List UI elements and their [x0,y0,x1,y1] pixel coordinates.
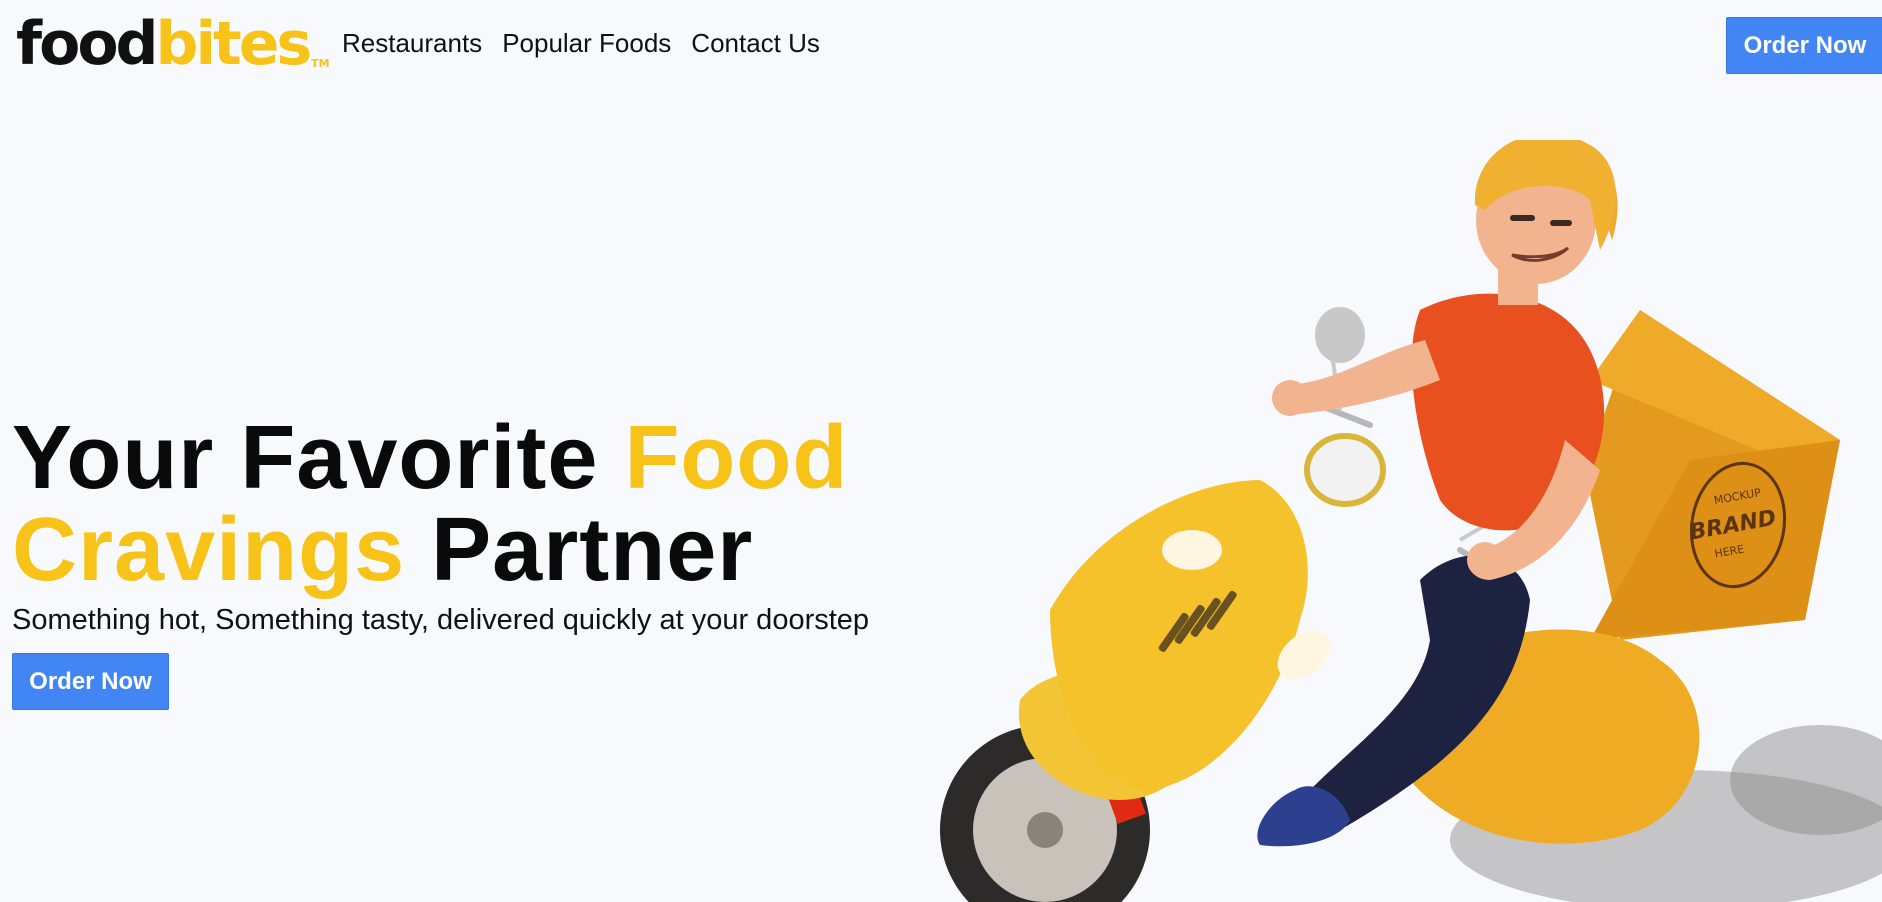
headlight [1304,433,1386,507]
hero-title-part2: Partner [405,500,754,600]
nav-link-popular-foods[interactable]: Popular Foods [502,28,671,59]
nav-link-contact-us[interactable]: Contact Us [691,28,820,59]
hero-title: Your Favorite Food Cravings Partner [12,412,912,596]
foodbites-logo[interactable]: food bites TM [16,14,330,74]
delivery-box: MOCKUP BRAND HERE [1585,310,1840,640]
logo-bites-text: bites [155,9,313,79]
navbar: food bites TM Restaurants Popular Foods Co… [0,0,1882,88]
nav-links: Restaurants Popular Foods Contact Us [342,28,820,59]
rider-head [1474,140,1618,284]
mirror-left [1315,307,1365,363]
hero-subtitle: Something hot, Something tasty, delivere… [12,604,870,636]
delivery-scooter-illustration: MOCKUP BRAND HERE [940,140,1882,902]
logo-food-text: food [16,9,158,79]
hero-title-highlight-food: Food [624,408,849,508]
hero-order-now-button[interactable]: Order Now [12,653,169,710]
logo-trademark: TM [311,57,330,70]
hero-title-part1: Your Favorite [12,408,625,508]
nav-order-now-button[interactable]: Order Now [1726,17,1882,74]
hero-title-highlight-cravings: Cravings [12,500,406,600]
nav-link-restaurants[interactable]: Restaurants [342,28,482,59]
